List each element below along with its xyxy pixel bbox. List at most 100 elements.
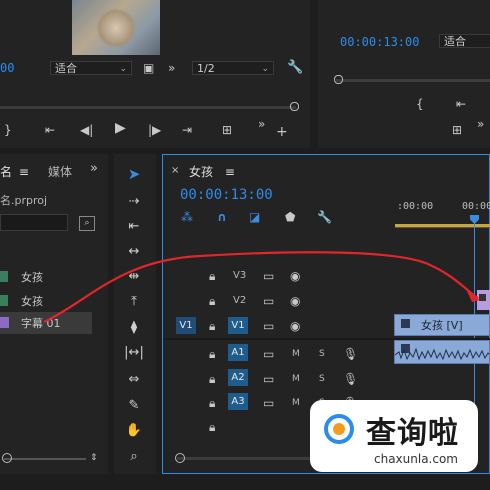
solo-button[interactable]: S	[319, 349, 325, 359]
zoom-tool-icon[interactable]: ✋	[124, 421, 144, 441]
go-to-out-icon[interactable]: ⇥	[182, 124, 192, 136]
lock-icon[interactable]: 🔒︎	[209, 348, 215, 360]
razor-tool-icon[interactable]: ⤒	[124, 292, 144, 312]
program-fit-label: 适合	[444, 35, 466, 48]
microphone-icon[interactable]: 🎙︎	[343, 373, 358, 385]
track-target-a3[interactable]: A3	[228, 393, 248, 410]
zoom-slider-handle[interactable]	[2, 453, 12, 463]
safe-margins-icon[interactable]: ▣	[143, 62, 154, 74]
slip-tool-icon[interactable]: ⧫	[124, 318, 144, 338]
work-area-bar[interactable]	[395, 224, 490, 227]
lock-icon[interactable]: 🔒︎	[209, 320, 215, 332]
source-scrubber[interactable]	[0, 106, 296, 109]
list-item-selected[interactable]: 字幕 01	[0, 312, 92, 334]
track-target-a2[interactable]: A2	[228, 369, 248, 386]
lock-icon[interactable]: 🔒︎	[209, 421, 215, 433]
tab-menu-icon[interactable]: ≡	[19, 165, 29, 179]
solo-button[interactable]: S	[319, 374, 325, 384]
mark-out-icon[interactable]: }	[4, 124, 12, 136]
insert-icon[interactable]: ⊞	[452, 124, 462, 136]
source-fit-dropdown[interactable]: 适合 ⌄	[50, 61, 132, 75]
nest-icon[interactable]: ⁂	[181, 211, 193, 223]
play-icon[interactable]: ▶	[115, 121, 126, 135]
step-back-icon[interactable]: ◀|	[80, 124, 93, 136]
lock-icon[interactable]: 🔒︎	[209, 270, 215, 282]
add-marker-icon[interactable]: ⬟	[285, 211, 295, 223]
add-button-icon[interactable]: +	[276, 125, 288, 139]
tab-project-label: 名	[0, 165, 13, 179]
step-forward-icon[interactable]: |▶	[148, 124, 161, 136]
slide-tool-icon[interactable]: |↔|	[124, 343, 144, 363]
hand-tool-icon[interactable]: ✎	[124, 396, 144, 416]
eye-icon[interactable]: ◉	[290, 270, 300, 282]
mute-button[interactable]: M	[292, 374, 300, 384]
magnify-icon[interactable]: ⌕	[124, 447, 144, 467]
track-select-tool-icon[interactable]: ⇢	[124, 192, 144, 212]
linked-selection-icon[interactable]: ◪	[249, 211, 260, 223]
ripple-edit-tool-icon[interactable]: ⇤	[124, 217, 144, 237]
overflow-chevron-icon[interactable]: »	[90, 162, 98, 175]
track-target-v1[interactable]: V1	[228, 317, 248, 334]
microphone-icon[interactable]: 🎙︎	[343, 348, 358, 360]
watermark-logo-dot-icon	[333, 423, 345, 435]
project-search-input[interactable]	[0, 214, 68, 231]
ruler-label: 00:00	[462, 201, 490, 212]
go-to-in-icon[interactable]: ⇤	[45, 124, 55, 136]
lock-icon[interactable]: 🔒︎	[209, 295, 215, 307]
scroll-arrows-icon[interactable]: ⇕	[90, 452, 98, 464]
sync-lock-icon[interactable]: ▭	[263, 348, 274, 360]
insert-icon[interactable]: ⊞	[222, 124, 232, 136]
wrench-icon[interactable]: 🔧	[287, 61, 303, 74]
mute-button[interactable]: M	[292, 349, 300, 359]
sync-lock-icon[interactable]: ▭	[263, 320, 274, 332]
list-item-label: 字幕 01	[21, 317, 61, 330]
clip-icon	[0, 295, 8, 306]
timeline-timecode[interactable]: 00:00:13:00	[180, 187, 273, 203]
source-patch-v1[interactable]: V1	[176, 317, 196, 334]
more-controls-icon[interactable]: »	[477, 118, 484, 130]
eye-icon[interactable]: ◉	[290, 320, 300, 332]
close-tab-icon[interactable]: ×	[171, 165, 179, 177]
video-clip[interactable]: 女孩 [V]	[394, 314, 490, 336]
resolution-dropdown[interactable]: 1/2 ⌄	[192, 61, 274, 75]
sync-lock-icon[interactable]: ▭	[263, 373, 274, 385]
mark-in-icon[interactable]: {	[416, 98, 424, 110]
scrubber-end-handle[interactable]	[290, 102, 299, 111]
selection-tool-icon[interactable]: ➤	[124, 164, 144, 184]
program-scrubber[interactable]	[336, 79, 490, 82]
more-controls-icon[interactable]: »	[258, 118, 265, 130]
list-item[interactable]: 女孩	[0, 290, 108, 312]
sync-lock-icon[interactable]: ▭	[263, 270, 274, 282]
fast-forward-icon[interactable]: »	[168, 62, 175, 74]
tab-menu-icon[interactable]: ≡	[225, 165, 235, 179]
tab-media[interactable]: 媒体	[48, 163, 72, 180]
program-fit-dropdown[interactable]: 适合	[439, 34, 490, 48]
source-fit-label: 适合	[55, 62, 77, 75]
zoom-slider[interactable]	[4, 458, 86, 460]
sync-lock-icon[interactable]: ▭	[263, 397, 274, 409]
project-file-name: 名.prproj	[0, 194, 48, 207]
snap-magnet-icon[interactable]: ∩	[217, 211, 227, 223]
sync-lock-icon[interactable]: ▭	[263, 295, 274, 307]
tab-project[interactable]: 名 ≡	[0, 163, 29, 180]
search-bin-icon[interactable]: ⌕	[79, 216, 95, 231]
timeline-scroll-handle[interactable]	[175, 453, 185, 463]
track-target-a1[interactable]: A1	[228, 344, 248, 361]
sequence-tab[interactable]: 女孩 ≡	[189, 163, 235, 180]
go-to-in-icon[interactable]: ⇤	[456, 98, 466, 110]
list-item[interactable]: 女孩	[0, 266, 108, 288]
program-playhead-handle[interactable]	[334, 75, 343, 84]
wrench-icon[interactable]: 🔧	[317, 211, 332, 223]
lock-icon[interactable]: 🔒︎	[209, 373, 215, 385]
pen-tool-icon[interactable]: ⇔	[124, 370, 144, 390]
audio-clip[interactable]	[394, 340, 490, 364]
title-clip[interactable]	[476, 290, 490, 310]
mute-button[interactable]: M	[292, 398, 300, 408]
eye-icon[interactable]: ◉	[290, 295, 300, 307]
track-name: V3	[233, 270, 247, 281]
rolling-edit-tool-icon[interactable]: ↔	[124, 242, 144, 262]
list-item-label: 女孩	[21, 295, 43, 308]
lock-icon[interactable]: 🔒︎	[209, 397, 215, 409]
rate-stretch-tool-icon[interactable]: ⇹	[124, 267, 144, 287]
sequence-icon	[0, 271, 8, 282]
